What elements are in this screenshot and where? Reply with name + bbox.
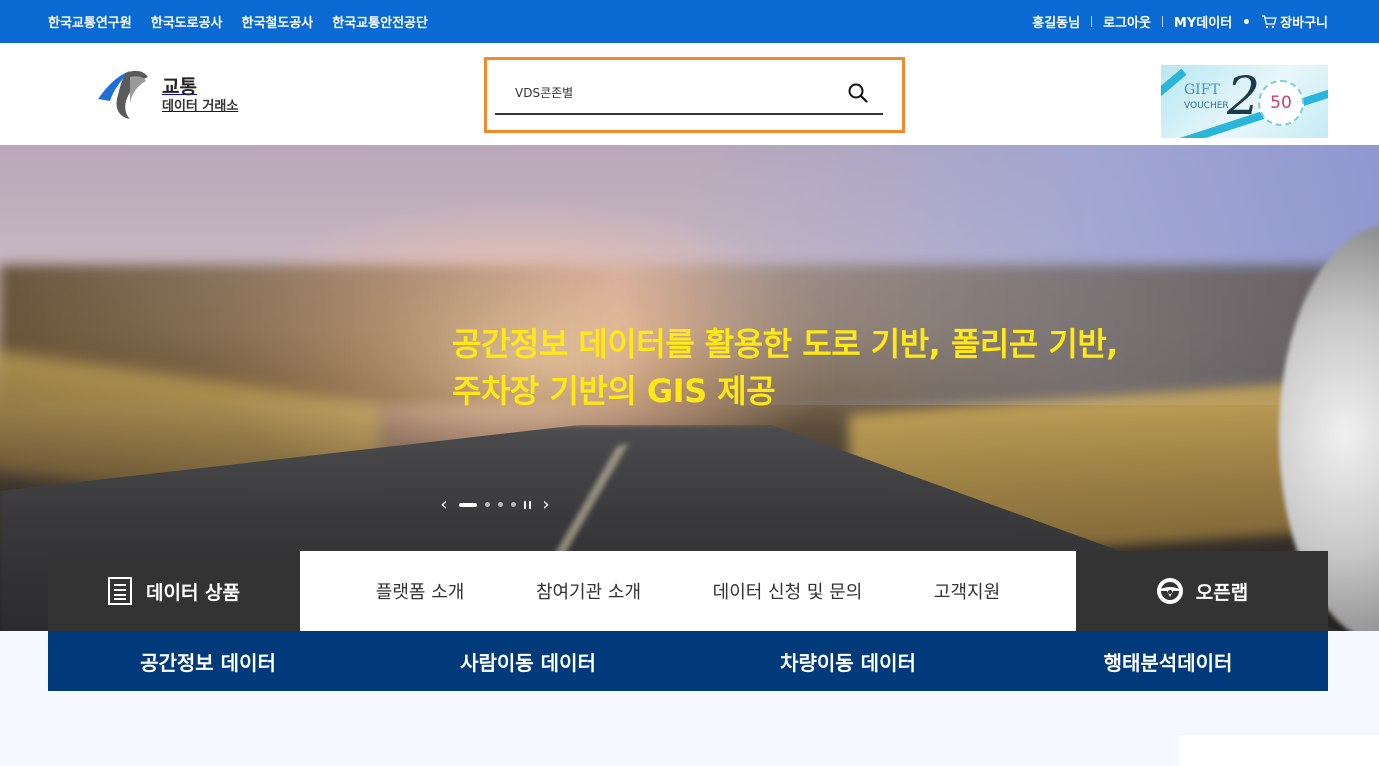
slide-indicator[interactable] [511,502,516,507]
main-menu-bar: 데이터 상품 플랫폼 소개 참여기관 소개 데이터 신청 및 문의 고객지원 오… [48,551,1328,631]
divider [1161,16,1163,27]
data-products-button[interactable]: 데이터 상품 [48,551,300,631]
cart-label: 장바구니 [1280,16,1328,31]
nav-platform-intro[interactable]: 플랫폼 소개 [376,578,465,604]
category-people-movement[interactable]: 사람이동 데이터 [368,631,688,691]
logout-link[interactable]: 로그아웃 [1103,12,1151,31]
hero-headline-line-2: 주차장 기반의 GIS 제공 [452,372,776,410]
affiliate-links: 한국교통연구원 한국도로공사 한국철도공사 한국교통안전공단 [48,0,428,43]
search-input[interactable] [495,72,825,113]
voucher-label: VOUCHER [1184,101,1229,111]
prev-slide-icon[interactable]: ‹ [437,494,451,515]
hero-headline: 공간정보 데이터를 활용한 도로 기반, 폴리곤 기반, 주차장 기반의 GIS… [452,321,1118,415]
open-lab-button[interactable]: 오픈랩 [1076,551,1328,631]
road-logo-icon [98,70,148,119]
voucher-badge: 50 [1258,80,1304,126]
my-data-link[interactable]: MY데이터 [1174,12,1232,31]
affiliate-link-korail[interactable]: 한국철도공사 [242,12,314,31]
cart-link[interactable]: 장바구니 [1261,12,1328,31]
site-logo[interactable]: 교통 데이터 거래소 [96,67,238,123]
main-nav: 플랫폼 소개 참여기관 소개 데이터 신청 및 문의 고객지원 [300,551,1076,631]
hero-headline-line-1: 공간정보 데이터를 활용한 도로 기반, 폴리곤 기반, [452,325,1118,363]
search-highlight-frame [484,57,905,133]
affiliate-link-ex[interactable]: 한국도로공사 [151,12,223,31]
nav-customer-support[interactable]: 고객지원 [934,578,1000,604]
voucher-ribbon [1161,68,1187,114]
user-menu: 홍길동님 로그아웃 MY데이터 장바구니 [1032,0,1328,43]
steering-wheel-icon [1156,578,1183,604]
gift-voucher-banner[interactable]: GIFT VOUCHER 2 50 [1161,65,1328,138]
nav-partner-intro[interactable]: 참여기관 소개 [536,578,641,604]
divider [1091,16,1093,27]
slider-controls: ‹ › [437,494,553,515]
dot-divider [1244,19,1250,24]
cart-icon [1262,14,1277,28]
category-spatial-data[interactable]: 공간정보 데이터 [48,631,368,691]
top-utility-bar: 한국교통연구원 한국도로공사 한국철도공사 한국교통안전공단 홍길동님 로그아웃… [0,0,1379,43]
affiliate-link-koti[interactable]: 한국교통연구원 [48,12,132,31]
data-products-label: 데이터 상품 [145,581,240,604]
search-bar [495,72,883,115]
category-bar: 공간정보 데이터 사람이동 데이터 차량이동 데이터 행태분석데이터 [48,631,1328,691]
document-list-icon [107,577,132,605]
logo-subtitle: 데이터 거래소 [162,98,239,114]
category-vehicle-movement[interactable]: 차량이동 데이터 [688,631,1008,691]
pause-icon[interactable] [524,500,531,509]
next-slide-icon[interactable]: › [539,494,553,515]
slide-indicator[interactable] [498,502,503,507]
nav-data-request[interactable]: 데이터 신청 및 문의 [713,578,863,604]
voucher-number: 2 [1227,67,1261,127]
voucher-gift-text: GIFT [1184,82,1220,98]
open-lab-label: 오픈랩 [1195,581,1249,604]
floating-panel [1179,735,1379,766]
slide-indicator-active[interactable] [459,502,477,507]
user-name-link[interactable]: 홍길동님 [1032,12,1080,31]
affiliate-link-ts[interactable]: 한국교통안전공단 [332,12,428,31]
slide-indicator[interactable] [485,502,490,507]
category-behavior-analysis[interactable]: 행태분석데이터 [1008,631,1328,691]
logo-title: 교통 [162,75,197,98]
search-icon[interactable] [847,82,869,104]
site-header: 교통 데이터 거래소 GIFT VOUCHER 2 50 [0,43,1379,145]
